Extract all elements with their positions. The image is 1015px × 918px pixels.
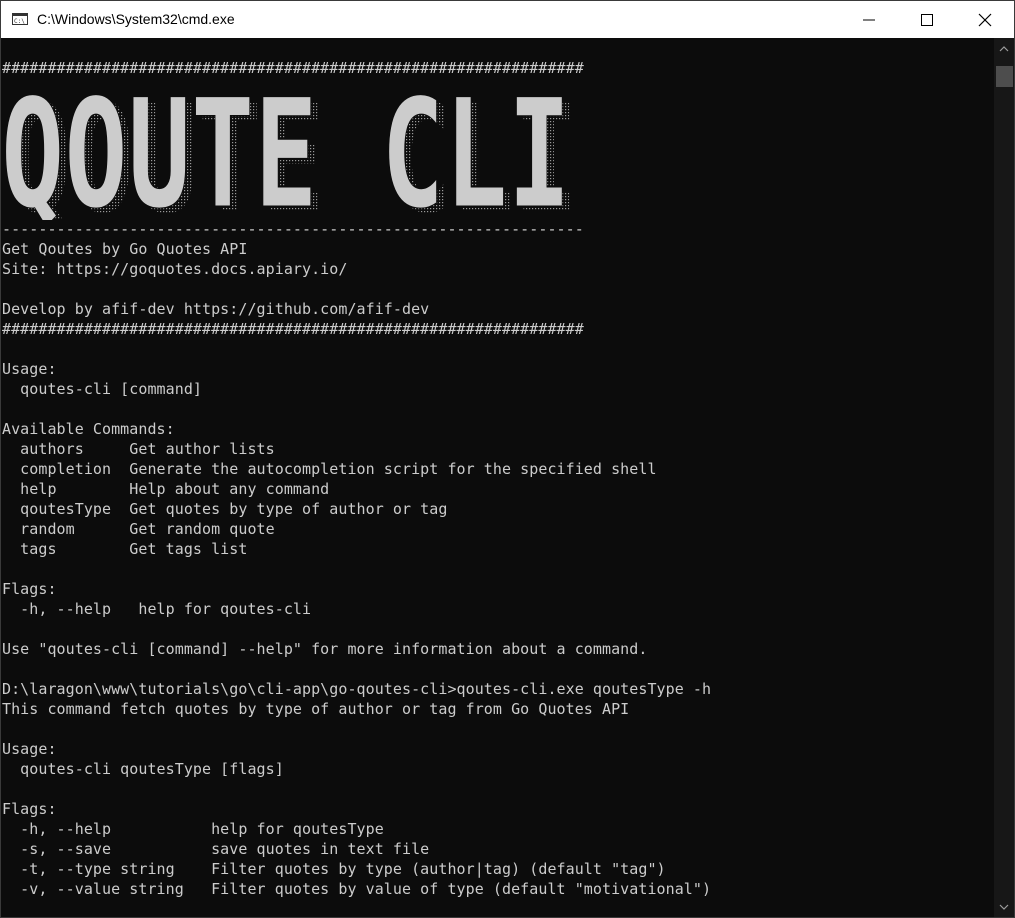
console-line: Flags: (2, 800, 57, 818)
console-line: authors Get author lists (2, 440, 275, 458)
console-line: -t, --type string Filter quotes by type … (2, 860, 666, 878)
svg-text:C:\: C:\ (14, 18, 25, 25)
console-line: completion Generate the autocompletion s… (2, 460, 657, 478)
minimize-icon (863, 19, 875, 21)
console-line: qoutes-cli [command] (2, 380, 202, 398)
console-line: Available Commands: (2, 420, 175, 438)
close-icon (978, 13, 992, 27)
console-line: help Help about any command (2, 480, 330, 498)
minimize-button[interactable] (840, 1, 898, 38)
console-line: -s, --save save quotes in text file (2, 840, 430, 858)
window-title: C:\Windows\System32\cmd.exe (37, 11, 235, 27)
console-line: Flags: (2, 580, 57, 598)
console-line: -h, --help help for qoutesType (2, 820, 384, 838)
vertical-scrollbar[interactable] (994, 38, 1014, 917)
cmd-app-icon: C:\ (12, 13, 28, 25)
console-output[interactable]: ########################################… (1, 38, 994, 917)
console-line: ########################################… (2, 320, 584, 338)
console-line: Develop by afif-dev https://github.com/a… (2, 300, 430, 318)
console-line: qoutesType Get quotes by type of author … (2, 500, 448, 518)
console-prompt-line: D:\laragon\www\tutorials\go\cli-app\go-q… (2, 680, 712, 698)
close-button[interactable] (956, 1, 1014, 38)
banner-title: QOUTE CLI (1, 94, 571, 220)
console-line: ----------------------------------------… (2, 220, 584, 238)
console-line: -h, --help help for qoutes-cli (2, 600, 312, 618)
ascii-art-banner: QOUTE CLI QOUTE CLI (1, 94, 578, 220)
console-line: ########################################… (2, 59, 584, 77)
scrollbar-thumb[interactable] (996, 66, 1013, 87)
console-line: Use "qoutes-cli [command] --help" for mo… (2, 640, 648, 658)
console-line: qoutes-cli qoutesType [flags] (2, 760, 284, 778)
scroll-up-arrow-icon[interactable] (999, 45, 1009, 53)
console-line: Usage: (2, 740, 57, 758)
scroll-down-arrow-icon[interactable] (999, 903, 1009, 911)
console-line: -v, --value string Filter quotes by valu… (2, 880, 712, 898)
cmd-window: C:\ C:\Windows\System32\cmd.exe ########… (0, 0, 1015, 918)
console-line: random Get random quote (2, 520, 275, 538)
title-bar[interactable]: C:\ C:\Windows\System32\cmd.exe (1, 1, 1014, 38)
console-line: tags Get tags list (2, 540, 248, 558)
maximize-button[interactable] (898, 1, 956, 38)
console-line: Usage: (2, 360, 57, 378)
console-line: Site: https://goquotes.docs.apiary.io/ (2, 260, 348, 278)
console-line: This command fetch quotes by type of aut… (2, 700, 630, 718)
console-line: Get Qoutes by Go Quotes API (2, 240, 248, 258)
maximize-icon (921, 14, 933, 26)
